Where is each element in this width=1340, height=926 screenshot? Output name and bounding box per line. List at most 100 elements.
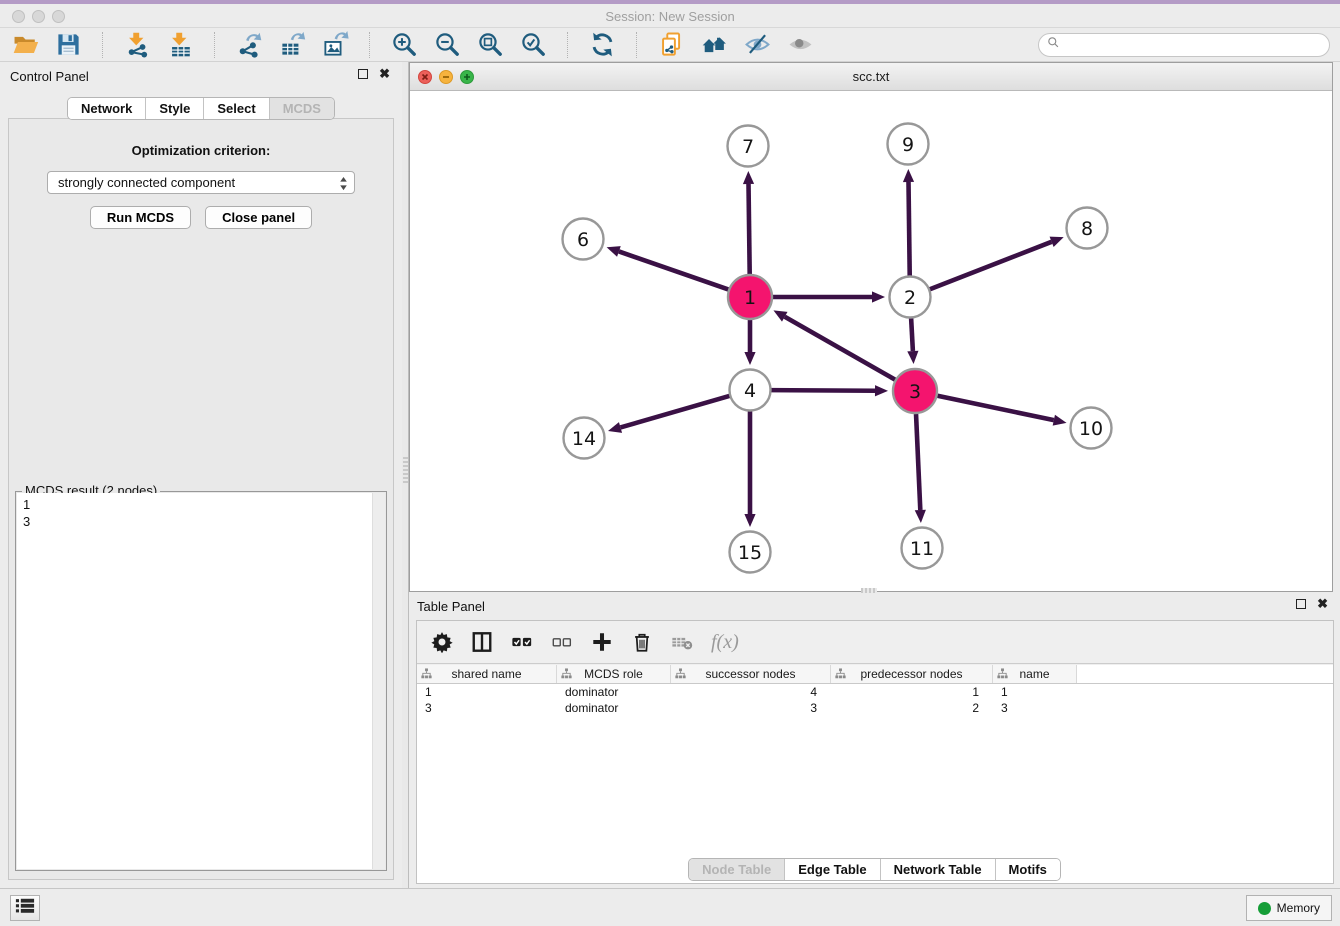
graph-edge-2-8[interactable] [930,237,1064,290]
add-column-icon[interactable] [591,631,613,653]
graph-node-4[interactable]: 4 [730,370,771,411]
column-header-shared-name[interactable]: shared name [417,665,557,683]
tab-node-table[interactable]: Node Table [689,859,784,880]
main-toolbar [0,28,1340,62]
split-columns-icon[interactable] [471,631,493,653]
settings-gear-icon[interactable] [431,631,453,653]
export-image-icon[interactable] [320,30,350,60]
export-table-icon[interactable] [277,30,307,60]
tab-edge-table[interactable]: Edge Table [784,859,879,880]
network-canvas[interactable]: 1 2 3 4 6 7 8 9 10 11 14 15 [410,91,1332,591]
table-row[interactable]: 1dominator411 [417,684,1333,700]
delete-column-icon[interactable] [631,631,653,653]
tab-style[interactable]: Style [145,98,203,119]
column-header-predecessor-nodes[interactable]: predecessor nodes [831,665,993,683]
splitter-grip[interactable] [403,457,408,483]
tab-network[interactable]: Network [68,98,145,119]
table-cell[interactable]: 3 [993,700,1077,716]
vertical-splitter[interactable] [402,62,409,888]
graph-edge-1-4[interactable] [744,320,755,365]
save-session-icon[interactable] [53,30,83,60]
graph-node-7[interactable]: 7 [728,126,769,167]
column-header-MCDS-role[interactable]: MCDS role [557,665,671,683]
session-title: Session: New Session [0,9,1340,24]
graph-node-10[interactable]: 10 [1071,408,1112,449]
table-cell[interactable]: 3 [671,700,831,716]
network-window-titlebar[interactable]: scc.txt [410,63,1332,91]
open-file-icon[interactable] [10,30,40,60]
zoom-fit-icon[interactable] [475,30,505,60]
zoom-selected-icon[interactable] [518,30,548,60]
column-header-name[interactable]: name [993,665,1077,683]
search-box[interactable] [1038,33,1330,57]
table-cell[interactable]: dominator [557,684,671,700]
svg-text:4: 4 [744,380,756,402]
table-cell[interactable]: 1 [831,684,993,700]
close-table-panel-icon[interactable]: ✖ [1317,599,1328,609]
run-mcds-button[interactable]: Run MCDS [90,206,191,229]
toolbar-separator [102,32,103,58]
graph-node-1[interactable]: 1 [728,275,772,319]
graph-edge-1-6[interactable] [607,246,729,289]
table-cell[interactable]: 4 [671,684,831,700]
graph-edge-2-9[interactable] [903,169,914,276]
list-icon [15,897,35,919]
table-cell[interactable]: 3 [417,700,557,716]
deselect-all-icon[interactable] [551,631,573,653]
graph-edge-3-11[interactable] [915,414,926,523]
import-network-icon[interactable] [122,30,152,60]
table-cell[interactable]: dominator [557,700,671,716]
graph-edge-2-3[interactable] [907,318,918,364]
import-table-icon[interactable] [165,30,195,60]
tab-mcds[interactable]: MCDS [269,98,334,119]
graph-node-6[interactable]: 6 [563,219,604,260]
graph-edge-4-14[interactable] [608,396,730,433]
graph-node-15[interactable]: 15 [730,532,771,573]
tab-network-table[interactable]: Network Table [880,859,995,880]
graph-edge-3-1[interactable] [773,310,895,379]
graph-node-2[interactable]: 2 [890,277,931,318]
graph-node-11[interactable]: 11 [902,528,943,569]
result-scrollbar[interactable] [372,493,385,869]
tab-select[interactable]: Select [203,98,268,119]
graph-edge-1-2[interactable] [773,291,885,302]
column-header-successor-nodes[interactable]: successor nodes [671,665,831,683]
memory-button[interactable]: Memory [1246,895,1332,921]
export-network-icon[interactable] [234,30,264,60]
graph-edge-4-15[interactable] [744,411,755,527]
eye-icon[interactable] [785,30,815,60]
graph-edge-1-7[interactable] [743,171,754,274]
table-cell[interactable]: 2 [831,700,993,716]
zoom-in-icon[interactable] [389,30,419,60]
search-input[interactable] [1064,36,1329,54]
clone-network-icon[interactable] [656,30,686,60]
graph-node-9[interactable]: 9 [888,124,929,165]
graph-node-8[interactable]: 8 [1067,208,1108,249]
network-view-window: scc.txt 1 2 3 4 6 7 8 9 10 11 14 15 [409,62,1333,592]
eye-slash-icon[interactable] [742,30,772,60]
home-icon[interactable] [699,30,729,60]
task-history-button[interactable] [10,895,40,921]
float-panel-icon[interactable] [358,69,368,79]
network-view-title: scc.txt [410,69,1332,84]
graph-node-14[interactable]: 14 [564,418,605,459]
table-panel: Table Panel ✖ f(x) shared nameMCDS roles… [409,592,1340,888]
svg-text:10: 10 [1079,418,1103,440]
table-cell[interactable]: 1 [417,684,557,700]
select-all-icon[interactable] [511,631,533,653]
close-panel-icon[interactable]: ✖ [379,69,390,79]
zoom-out-icon[interactable] [432,30,462,60]
tab-motifs[interactable]: Motifs [995,859,1060,880]
close-panel-button[interactable]: Close panel [205,206,312,229]
toolbar-separator [214,32,215,58]
graph-edge-4-3[interactable] [771,385,888,396]
control-panel: Control Panel ✖ NetworkStyleSelectMCDS O… [0,62,402,888]
table-row[interactable]: 3dominator323 [417,700,1333,716]
float-table-panel-icon[interactable] [1296,599,1306,609]
table-cell[interactable]: 1 [993,684,1077,700]
svg-text:7: 7 [742,136,754,158]
graph-edge-3-10[interactable] [938,396,1067,426]
optimization-criterion-select[interactable]: strongly connected component [47,171,355,194]
graph-node-3[interactable]: 3 [893,369,937,413]
refresh-icon[interactable] [587,30,617,60]
